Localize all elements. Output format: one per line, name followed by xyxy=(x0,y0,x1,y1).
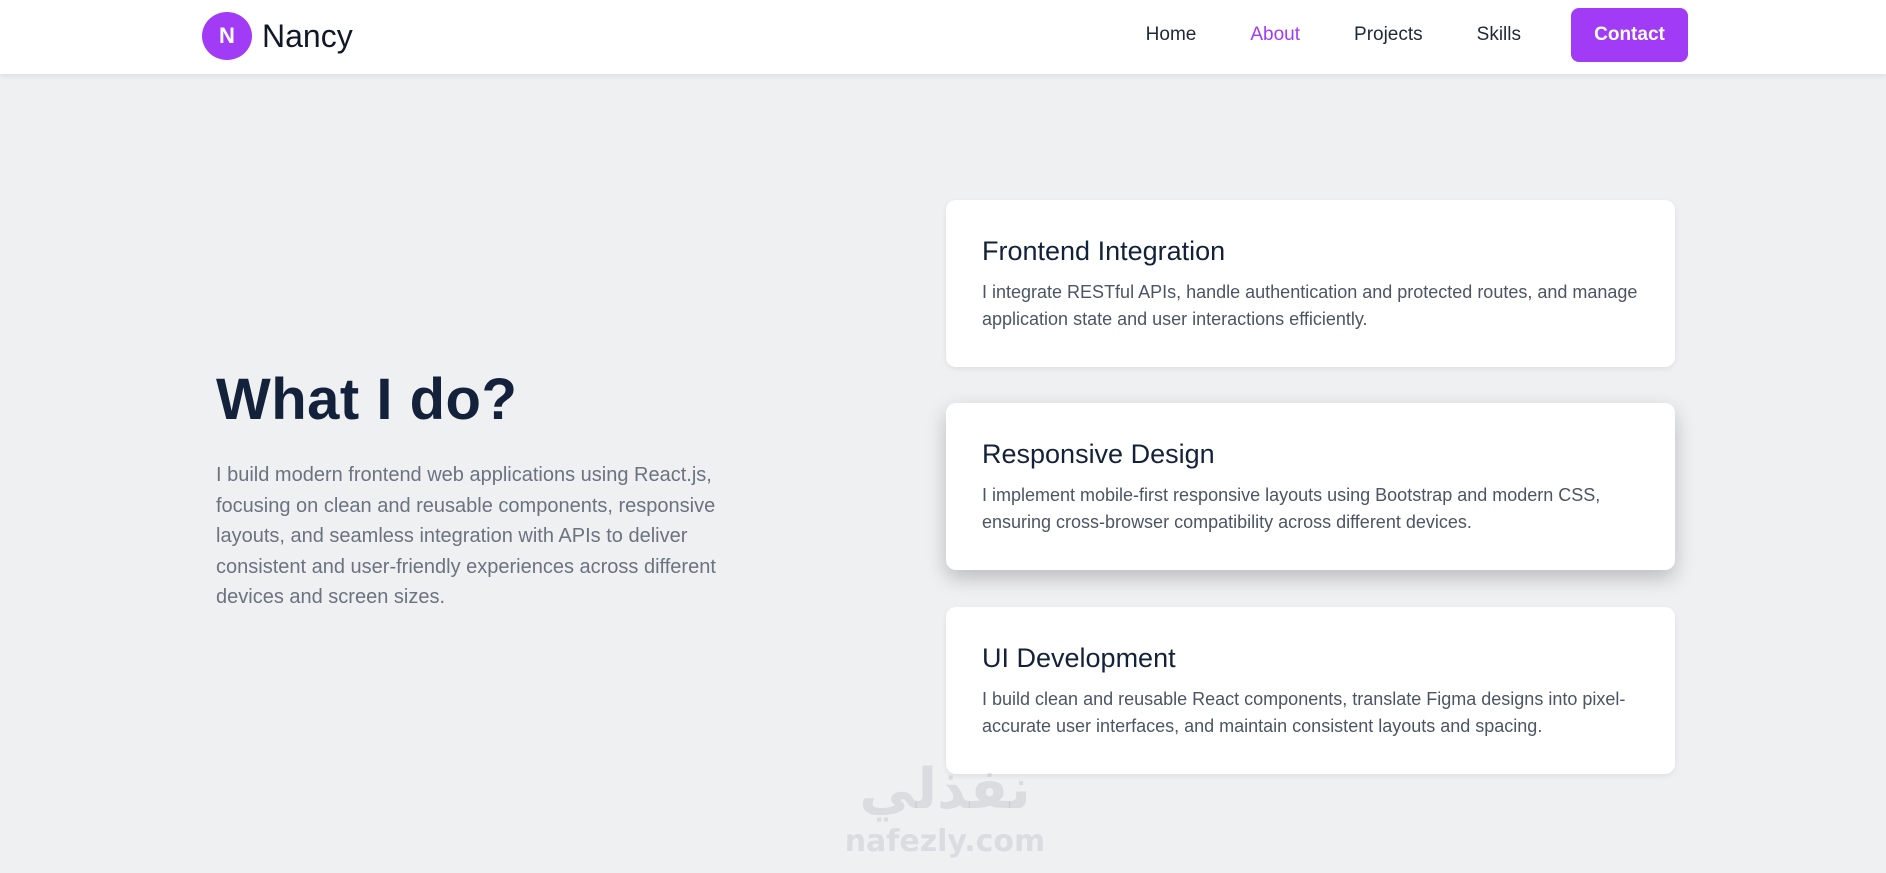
card-text: I implement mobile-first responsive layo… xyxy=(982,485,1601,532)
nav-link-skills[interactable]: Skills xyxy=(1477,24,1521,46)
watermark-url: nafezly.com xyxy=(844,824,1046,859)
service-card-frontend-integration: Frontend Integration I integrate RESTful… xyxy=(946,200,1675,367)
nav-link-projects[interactable]: Projects xyxy=(1354,24,1423,46)
nav-link-about[interactable]: About xyxy=(1250,24,1300,46)
brand-logo[interactable]: N Nancy xyxy=(202,12,353,60)
card-text: I integrate RESTful APIs, handle authent… xyxy=(982,282,1638,329)
watermark: نفذلي nafezly.com xyxy=(838,762,1052,860)
nav-links: Home About Projects Skills Contact xyxy=(1146,8,1688,62)
card-title: Frontend Integration xyxy=(982,236,1226,266)
brand-name: Nancy xyxy=(262,17,353,54)
card-title: UI Development xyxy=(982,643,1176,673)
section-description: I build modern frontend web applications… xyxy=(216,464,716,608)
card-title: Responsive Design xyxy=(982,439,1215,469)
navbar: N Nancy Home About Projects Skills Conta… xyxy=(0,0,1886,74)
service-card-responsive-design: Responsive Design I implement mobile-fir… xyxy=(946,403,1675,570)
service-card-ui-development: UI Development I build clean and reusabl… xyxy=(946,607,1675,774)
contact-button[interactable]: Contact xyxy=(1571,8,1688,62)
nav-link-home[interactable]: Home xyxy=(1146,24,1197,46)
brand-avatar: N xyxy=(202,12,252,60)
card-text: I build clean and reusable React compone… xyxy=(982,689,1626,736)
section-title: What I do? xyxy=(216,367,518,432)
